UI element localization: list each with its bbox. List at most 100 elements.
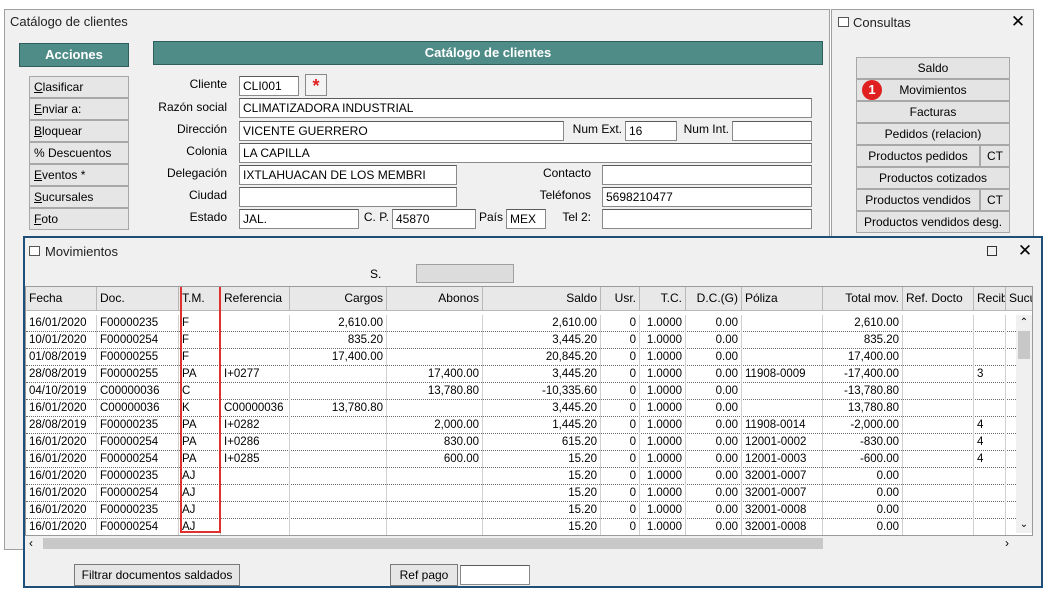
vertical-scrollbar[interactable]: ⌃ ⌄ [1016,315,1032,533]
cell-ref-docto [903,485,974,502]
razon-field[interactable]: CLIMATIZADORA INDUSTRIAL [239,98,812,118]
ref-pago-field[interactable] [460,565,530,585]
movements-grid[interactable]: Fecha Doc. T.M. Referencia Cargos Abonos Saldo… [25,286,1033,536]
table-row[interactable]: 01/08/2019 F00000255 F 17,400.00 20,845.20 0 1… [26,349,1016,366]
cell-referencia: I+0286 [221,434,290,451]
cell-tc: 1.0000 [640,315,686,332]
table-row[interactable]: 16/01/2020 F00000235 AJ 15.20 0 1.0000 0.00 320… [26,468,1016,485]
consultas-window: Consultas ✕ Saldo Movimientos 1 Facturas… [831,9,1034,239]
cell-poliza: 11908-0009 [742,366,823,383]
cell-tc: 1.0000 [640,400,686,417]
consulta-saldo[interactable]: Saldo [856,57,1010,79]
cell-cargos [290,485,387,502]
table-row[interactable]: 16/01/2020 F00000254 AJ 15.20 0 1.0000 0.00 320… [26,485,1016,502]
col-header-saldo[interactable]: Saldo [483,287,601,311]
cell-fecha: 16/01/2020 [26,519,97,535]
num-ext-field[interactable]: 16 [625,121,677,141]
menu-clasificar[interactable]: Clasificar [29,76,129,98]
table-row[interactable]: 10/01/2020 F00000254 F 835.20 3,445.20 0 1.000… [26,332,1016,349]
table-row[interactable]: 16/01/2020 F00000254 AJ 15.20 0 1.0000 0.00 320… [26,519,1016,535]
hscroll-thumb[interactable] [43,538,823,549]
cell-fecha: 16/01/2020 [26,451,97,468]
required-mark: * [305,74,327,96]
tel2-field[interactable] [602,209,812,229]
colonia-field[interactable]: LA CAPILLA [239,143,812,163]
consulta-productos-vendidos-desg[interactable]: Productos vendidos desg. [856,211,1010,233]
scroll-down-icon[interactable]: ⌄ [1016,519,1032,531]
table-row[interactable]: 16/01/2020 F00000254 PA I+0286 830.00 615.20 0… [26,434,1016,451]
col-header-total-mov[interactable]: Total mov. [823,287,903,311]
table-row[interactable]: 16/01/2020 C00000036 K C00000036 13,780.80 3,… [26,400,1016,417]
cell-total-mov: 17,400.00 [823,349,903,366]
table-row[interactable]: 16/01/2020 F00000235 AJ 15.20 0 1.0000 0.00 320… [26,502,1016,519]
menu-foto[interactable]: Foto [29,208,129,230]
scroll-up-icon[interactable]: ⌃ [1016,317,1032,329]
col-header-ref-docto[interactable]: Ref. Docto [903,287,974,311]
col-header-abonos[interactable]: Abonos [387,287,483,311]
scroll-thumb[interactable] [1018,331,1030,359]
ciudad-field[interactable] [239,187,457,207]
cell-total-mov: 0.00 [823,485,903,502]
window-icon [29,246,40,256]
menu-sucursales[interactable]: Sucursales [29,186,129,208]
consulta-productos-pedidos[interactable]: Productos pedidos [856,145,980,167]
menu-enviar[interactable]: Enviar a: [29,98,129,120]
menu-eventos[interactable]: Eventos * [29,164,129,186]
col-header-doc[interactable]: Doc. [97,287,179,311]
consulta-productos-cotizados[interactable]: Productos cotizados [856,167,1010,189]
delegacion-field[interactable]: IXTLAHUACAN DE LOS MEMBRI [239,165,457,185]
consulta-facturas[interactable]: Facturas [856,101,1010,123]
cell-abonos: 13,780.80 [387,383,483,400]
consulta-productos-vendidos-ct[interactable]: CT [980,189,1010,211]
table-row[interactable]: 16/01/2020 F00000254 PA I+0285 600.00 15.20 0 1… [26,451,1016,468]
horizontal-scrollbar[interactable]: ‹ › [25,536,1033,552]
consultas-close-icon[interactable]: ✕ [1008,12,1028,32]
cell-fecha: 16/01/2020 [26,400,97,417]
table-row[interactable]: 04/10/2019 C00000036 C 13,780.80 -10,335.60 0… [26,383,1016,400]
filter-saldados-button[interactable]: Filtrar documentos saldados [74,564,240,586]
consulta-pedidos-relacion[interactable]: Pedidos (relacion) [856,123,1010,145]
col-header-poliza[interactable]: Póliza [742,287,823,311]
scroll-left-icon[interactable]: ‹ [29,536,33,550]
cliente-field[interactable]: CLI001 [239,76,299,96]
contacto-field[interactable] [602,165,812,185]
cell-abonos [387,502,483,519]
table-row[interactable]: 28/08/2019 F00000255 PA I+0277 17,400.00 3,44… [26,366,1016,383]
col-header-sucu[interactable]: Sucu [1006,287,1032,311]
table-row[interactable]: 16/01/2020 F00000235 F 2,610.00 2,610.00 0 1.0… [26,315,1016,332]
cell-poliza [742,315,823,332]
movimientos-close-icon[interactable]: ✕ [1015,241,1035,261]
cell-poliza [742,400,823,417]
ref-pago-button[interactable]: Ref pago [390,564,458,586]
cell-tc: 1.0000 [640,451,686,468]
col-header-usr[interactable]: Usr. [601,287,640,311]
cell-doc: F00000254 [97,485,179,502]
estado-field[interactable]: JAL. [239,209,359,229]
cell-referencia [221,485,290,502]
telefonos-field[interactable]: 5698210477 [602,187,812,207]
pais-field[interactable]: MEX [506,209,546,229]
maximize-icon[interactable] [987,246,997,256]
menu-bloquear[interactable]: Bloquear [29,120,129,142]
consulta-productos-pedidos-ct[interactable]: CT [980,145,1010,167]
cell-cargos [290,383,387,400]
tm-column-highlight [180,287,221,533]
table-row[interactable]: 28/08/2019 F00000235 PA I+0282 2,000.00 1,445… [26,417,1016,434]
direccion-field[interactable]: VICENTE GUERRERO [239,121,564,141]
col-header-fecha[interactable]: Fecha [26,287,97,311]
cell-saldo: -10,335.60 [483,383,601,400]
consulta-productos-vendidos[interactable]: Productos vendidos [856,189,980,211]
cp-field[interactable]: 45870 [392,209,476,229]
menu-descuentos[interactable]: % Descuentos [29,142,129,164]
cell-saldo: 15.20 [483,502,601,519]
col-header-dcg[interactable]: D.C.(G) [686,287,742,311]
cell-referencia [221,315,290,332]
num-int-field[interactable] [732,121,812,141]
col-header-recib[interactable]: Recib [974,287,1006,311]
col-header-cargos[interactable]: Cargos [290,287,387,311]
cell-doc: F00000254 [97,519,179,535]
col-header-tc[interactable]: T.C. [640,287,686,311]
col-header-referencia[interactable]: Referencia [221,287,290,311]
cell-abonos [387,485,483,502]
scroll-right-icon[interactable]: › [1005,536,1009,550]
